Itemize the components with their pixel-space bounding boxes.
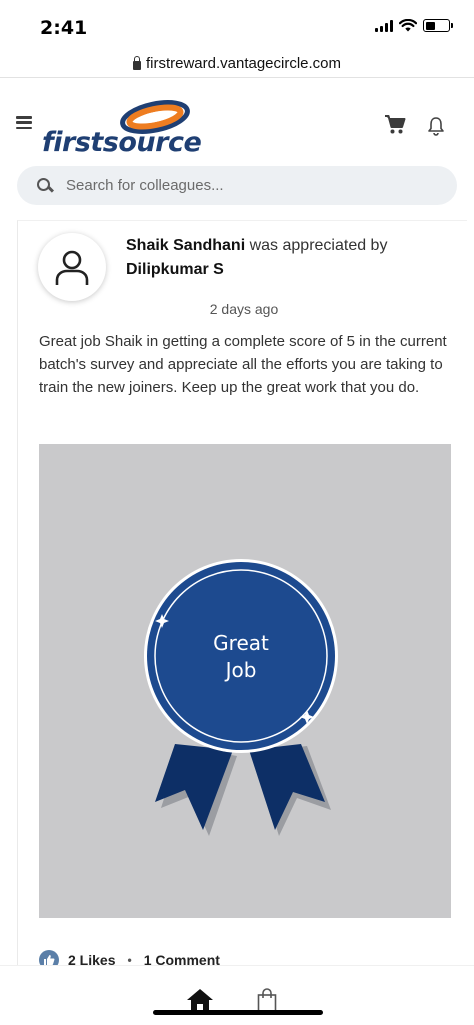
firstsource-logo[interactable]: firstsource — [42, 93, 202, 158]
logo-text: firstsource — [42, 127, 202, 158]
badge-text-line2: Job — [224, 658, 257, 682]
status-icons — [375, 19, 453, 32]
lock-icon — [132, 55, 141, 70]
action-text: was appreciated by — [249, 237, 388, 254]
url-text: firstreward.vantagecircle.com — [145, 55, 342, 72]
recipient-name[interactable]: Shaik Sandhani — [126, 237, 245, 254]
sender-name[interactable]: Dilipkumar S — [126, 261, 224, 278]
search-input[interactable] — [66, 177, 426, 194]
status-time: 2:41 — [40, 17, 88, 39]
bottom-nav — [0, 965, 474, 1025]
signal-icon — [375, 19, 393, 32]
bag-icon[interactable] — [257, 988, 277, 1012]
status-bar: 2:41 — [0, 0, 474, 50]
great-job-badge-image: Great Job — [39, 444, 451, 918]
search-icon — [37, 177, 53, 194]
home-indicator — [153, 1010, 323, 1015]
award-ribbon-icon: Great Job — [144, 559, 338, 836]
post-message: Great job Shaik in getting a complete sc… — [39, 333, 447, 396]
user-icon — [55, 250, 89, 285]
home-icon[interactable] — [186, 988, 214, 1012]
avatar[interactable] — [38, 233, 106, 301]
appreciation-post-card: Shaik Sandhani was appreciated by Dilipk… — [17, 220, 467, 970]
post-timestamp: 2 days ago — [209, 301, 279, 317]
badge-text-line1: Great — [213, 631, 269, 655]
app-header: firstsource — [0, 80, 474, 160]
menu-icon[interactable] — [16, 116, 32, 129]
bell-icon[interactable] — [427, 116, 445, 136]
wifi-icon — [399, 19, 417, 32]
battery-icon — [423, 19, 453, 32]
search-bar[interactable] — [17, 166, 457, 205]
url-bar[interactable]: firstreward.vantagecircle.com — [0, 50, 474, 78]
post-header: Shaik Sandhani was appreciated by Dilipk… — [126, 234, 446, 282]
cart-icon[interactable] — [384, 114, 406, 135]
